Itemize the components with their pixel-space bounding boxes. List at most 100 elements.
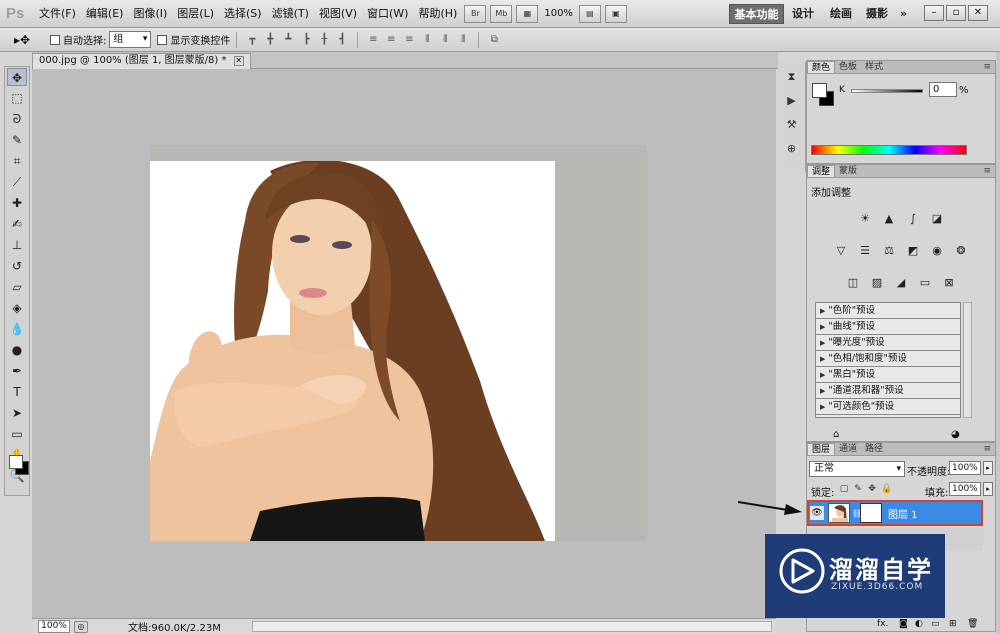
fill-input[interactable]: 100%	[949, 482, 981, 496]
auto-select-dropdown[interactable]: 组	[109, 31, 152, 48]
preset-curves[interactable]: ▶ "曲线"预设	[816, 319, 960, 335]
lock-transparent-icon[interactable]: ▢	[839, 484, 849, 494]
opacity-arrow-icon[interactable]: ▸	[983, 461, 993, 475]
k-slider[interactable]	[851, 89, 923, 93]
menu-edit[interactable]: 编辑(E)	[81, 0, 129, 28]
auto-select-checkbox[interactable]	[50, 34, 60, 45]
tab-masks[interactable]: 蒙版	[835, 165, 861, 177]
invert-icon[interactable]: ◫	[843, 275, 863, 291]
layer-name[interactable]: 图层 1	[888, 506, 918, 521]
history-panel-icon[interactable]: ⧗	[783, 69, 801, 85]
type-tool-icon[interactable]: T	[7, 383, 27, 401]
show-transform-checkbox[interactable]	[157, 34, 168, 45]
brush-tool-icon[interactable]: ✍	[7, 215, 27, 233]
layer-mask-thumbnail[interactable]	[860, 503, 882, 523]
panel-menu-icon[interactable]: ≡	[983, 165, 991, 177]
preset-levels[interactable]: ▶ "色阶"预设	[816, 303, 960, 319]
distribute-right-icon[interactable]: ⦀	[456, 33, 470, 47]
lasso-tool-icon[interactable]: ᘐ	[7, 110, 27, 128]
clip-layer-icon[interactable]: ◕	[951, 429, 960, 440]
lock-all-icon[interactable]: 🔒	[881, 484, 892, 494]
menu-layer[interactable]: 图层(L)	[172, 0, 219, 28]
distribute-hcenter-icon[interactable]: ⦀	[438, 33, 452, 47]
align-hcenter-icon[interactable]: ╂	[317, 33, 331, 47]
preset-hue-saturation[interactable]: ▶ "色相/饱和度"预设	[816, 351, 960, 367]
canvas-area[interactable]	[32, 69, 776, 618]
tab-swatches[interactable]: 色板	[835, 61, 861, 73]
status-menu-icon[interactable]: ◎	[74, 620, 88, 633]
panel-menu-icon[interactable]: ≡	[983, 61, 991, 73]
color-foreground-swatch[interactable]	[812, 83, 827, 98]
status-zoom-field[interactable]: 100%	[38, 620, 70, 633]
foreground-color-swatch[interactable]	[9, 455, 23, 469]
bridge-button[interactable]: Br	[464, 4, 487, 23]
close-button[interactable]: ✕	[968, 5, 988, 21]
eraser-tool-icon[interactable]: ▱	[7, 278, 27, 296]
fx-icon[interactable]: fx.	[877, 619, 888, 629]
actions-panel-icon[interactable]: ▶	[783, 93, 801, 109]
preset-exposure[interactable]: ▶ "曝光度"预设	[816, 335, 960, 351]
new-adjustment-layer-icon[interactable]: ◐	[915, 619, 923, 629]
return-to-list-icon[interactable]: ⌂	[833, 429, 839, 440]
blur-tool-icon[interactable]: 💧	[7, 320, 27, 338]
healing-brush-tool-icon[interactable]: ✚	[7, 194, 27, 212]
clone-stamp-tool-icon[interactable]: ⊥	[7, 236, 27, 254]
brightness-contrast-icon[interactable]: ☀	[855, 211, 875, 227]
visibility-eye-icon[interactable]: 👁	[810, 506, 824, 520]
minibridge-button[interactable]: Mb	[490, 4, 513, 23]
hue-saturation-icon[interactable]: ☰	[855, 243, 875, 259]
zoom-level-dropdown[interactable]: 100%	[544, 8, 573, 19]
clone-source-icon[interactable]: ⊕	[783, 141, 801, 157]
tab-color[interactable]: 颜色	[807, 61, 836, 73]
presets-scrollbar[interactable]	[963, 302, 972, 418]
color-balance-icon[interactable]: ⚖	[879, 243, 899, 259]
menu-view[interactable]: 视图(V)	[314, 0, 362, 28]
layer-row-selected[interactable]: 👁 ⛓ 图层 1	[807, 500, 983, 526]
vibrance-icon[interactable]: ▽	[831, 243, 851, 259]
panel-menu-icon[interactable]: ≡	[983, 443, 991, 455]
preset-channel-mixer[interactable]: ▶ "通道混和器"预设	[816, 383, 960, 399]
photo-filter-icon[interactable]: ◉	[927, 243, 947, 259]
auto-align-icon[interactable]: ⧉	[487, 33, 501, 47]
horizontal-scrollbar[interactable]	[252, 621, 772, 632]
eyedropper-tool-icon[interactable]: ⟋	[7, 173, 27, 191]
screen-mode-button[interactable]: ▣	[604, 4, 627, 23]
tab-styles[interactable]: 样式	[861, 61, 887, 73]
fill-arrow-icon[interactable]: ▸	[983, 482, 993, 496]
align-vcenter-icon[interactable]: ╋	[263, 33, 277, 47]
blend-mode-dropdown[interactable]: 正常	[809, 461, 905, 477]
tab-layers[interactable]: 图层	[807, 443, 836, 455]
delete-layer-icon[interactable]: 🗑	[967, 619, 978, 629]
lock-pixels-icon[interactable]: ✎	[853, 484, 863, 494]
document-tab[interactable]: 000.jpg @ 100% (图层 1, 图层蒙版/8) * ✕	[32, 53, 251, 69]
tab-adjustments[interactable]: 调整	[807, 165, 836, 177]
minimize-button[interactable]: –	[924, 5, 944, 21]
restore-button[interactable]: ▫	[946, 5, 966, 21]
right-edge-scrollbar[interactable]	[996, 52, 1000, 634]
path-select-tool-icon[interactable]: ➤	[7, 404, 27, 422]
view-extras-button[interactable]: ▦	[516, 4, 539, 23]
document-image[interactable]	[150, 161, 555, 541]
add-mask-icon[interactable]: ◙	[899, 619, 908, 629]
workspace-photography[interactable]: 摄影	[866, 4, 888, 24]
distribute-bottom-icon[interactable]: ≡	[402, 33, 416, 47]
arrange-documents-button[interactable]: ▤	[578, 4, 601, 23]
history-brush-tool-icon[interactable]: ↺	[7, 257, 27, 275]
menu-help[interactable]: 帮助(H)	[413, 0, 462, 28]
preset-selective-color[interactable]: ▶ "可选颜色"预设	[816, 399, 960, 415]
marquee-tool-icon[interactable]: ⬚	[7, 89, 27, 107]
align-top-icon[interactable]: ┳	[245, 33, 259, 47]
new-layer-icon[interactable]: ⊞	[949, 619, 957, 629]
workspace-design[interactable]: 设计	[792, 4, 814, 24]
mask-link-icon[interactable]: ⛓	[852, 509, 862, 518]
pen-tool-icon[interactable]: ✒	[7, 362, 27, 380]
close-tab-icon[interactable]: ✕	[233, 56, 244, 66]
new-group-icon[interactable]: ▭	[931, 619, 940, 629]
tab-paths[interactable]: 路径	[861, 443, 887, 455]
selective-color-icon[interactable]: ⊠	[939, 275, 959, 291]
workspace-painting[interactable]: 绘画	[830, 4, 852, 24]
distribute-vcenter-icon[interactable]: ≡	[384, 33, 398, 47]
workspace-more[interactable]: »	[900, 4, 907, 24]
menu-image[interactable]: 图像(I)	[128, 0, 172, 28]
align-left-icon[interactable]: ┣	[299, 33, 313, 47]
